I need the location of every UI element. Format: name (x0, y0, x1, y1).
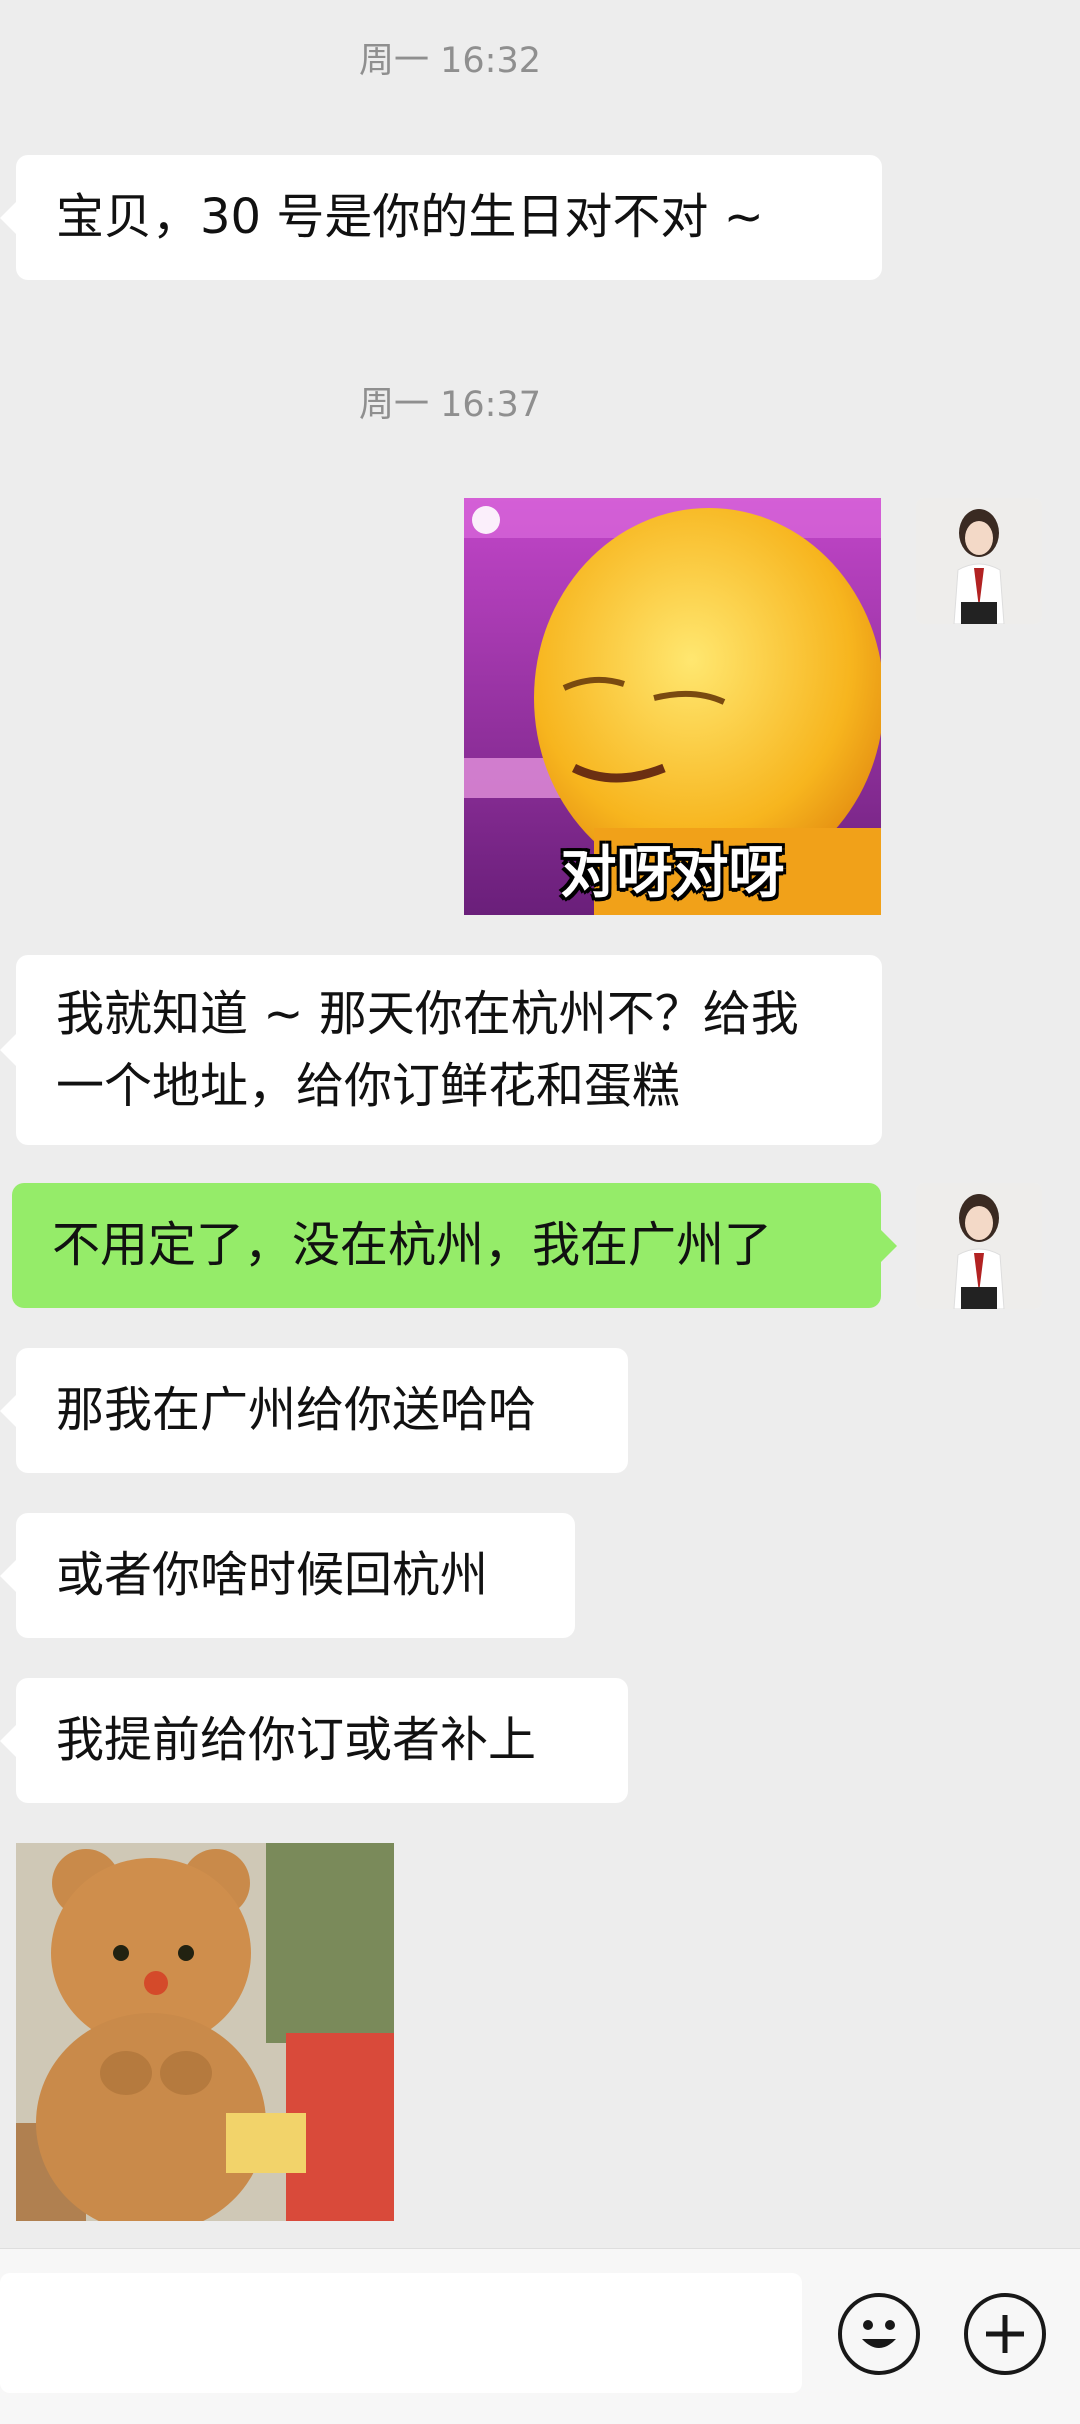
incoming-message-bubble[interactable]: 宝贝，30 号是你的生日对不对 ~ (0, 155, 882, 280)
message-text-line: 一个地址，给你订鲜花和蛋糕 (56, 1058, 681, 1114)
message-input[interactable] (0, 2273, 802, 2393)
outgoing-message-bubble[interactable]: 不用定了，没在杭州，我在广州了 (12, 1183, 897, 1308)
message-text-line: 我就知道 ~ 那天你在杭州不？给我 (56, 986, 799, 1042)
teddy-bear-sticker[interactable] (16, 1843, 394, 2221)
timestamp: 周一 16:37 (359, 385, 541, 425)
sticker-caption: 对呀对呀 (560, 841, 785, 906)
timestamp: 周一 16:32 (359, 41, 541, 81)
message-text: 那我在广州给你送哈哈 (56, 1382, 537, 1438)
incoming-message-bubble[interactable]: 我就知道 ~ 那天你在杭州不？给我 一个地址，给你订鲜花和蛋糕 (0, 955, 882, 1145)
my-avatar[interactable] (916, 498, 1042, 624)
avatar-image (916, 1183, 1042, 1309)
incoming-message-bubble[interactable]: 或者你啥时候回杭州 (0, 1513, 575, 1638)
input-bar (0, 2248, 1080, 2424)
message-text: 或者你啥时候回杭州 (56, 1547, 489, 1603)
incoming-message-bubble[interactable]: 我提前给你订或者补上 (0, 1678, 628, 1803)
message-text: 不用定了，没在杭州，我在广州了 (52, 1217, 773, 1273)
smiley-icon[interactable] (838, 2293, 920, 2375)
message-text: 我提前给你订或者补上 (56, 1712, 537, 1768)
teddy-bear-image (16, 1843, 394, 2221)
yellow-character-sticker[interactable]: 对呀对呀 (464, 498, 881, 915)
avatar-image (916, 498, 1042, 624)
my-avatar[interactable] (916, 1183, 1042, 1309)
message-text: 宝贝，30 号是你的生日对不对 ~ (56, 189, 764, 245)
incoming-message-bubble[interactable]: 那我在广州给你送哈哈 (0, 1348, 628, 1473)
plus-circle-icon[interactable] (964, 2293, 1046, 2375)
